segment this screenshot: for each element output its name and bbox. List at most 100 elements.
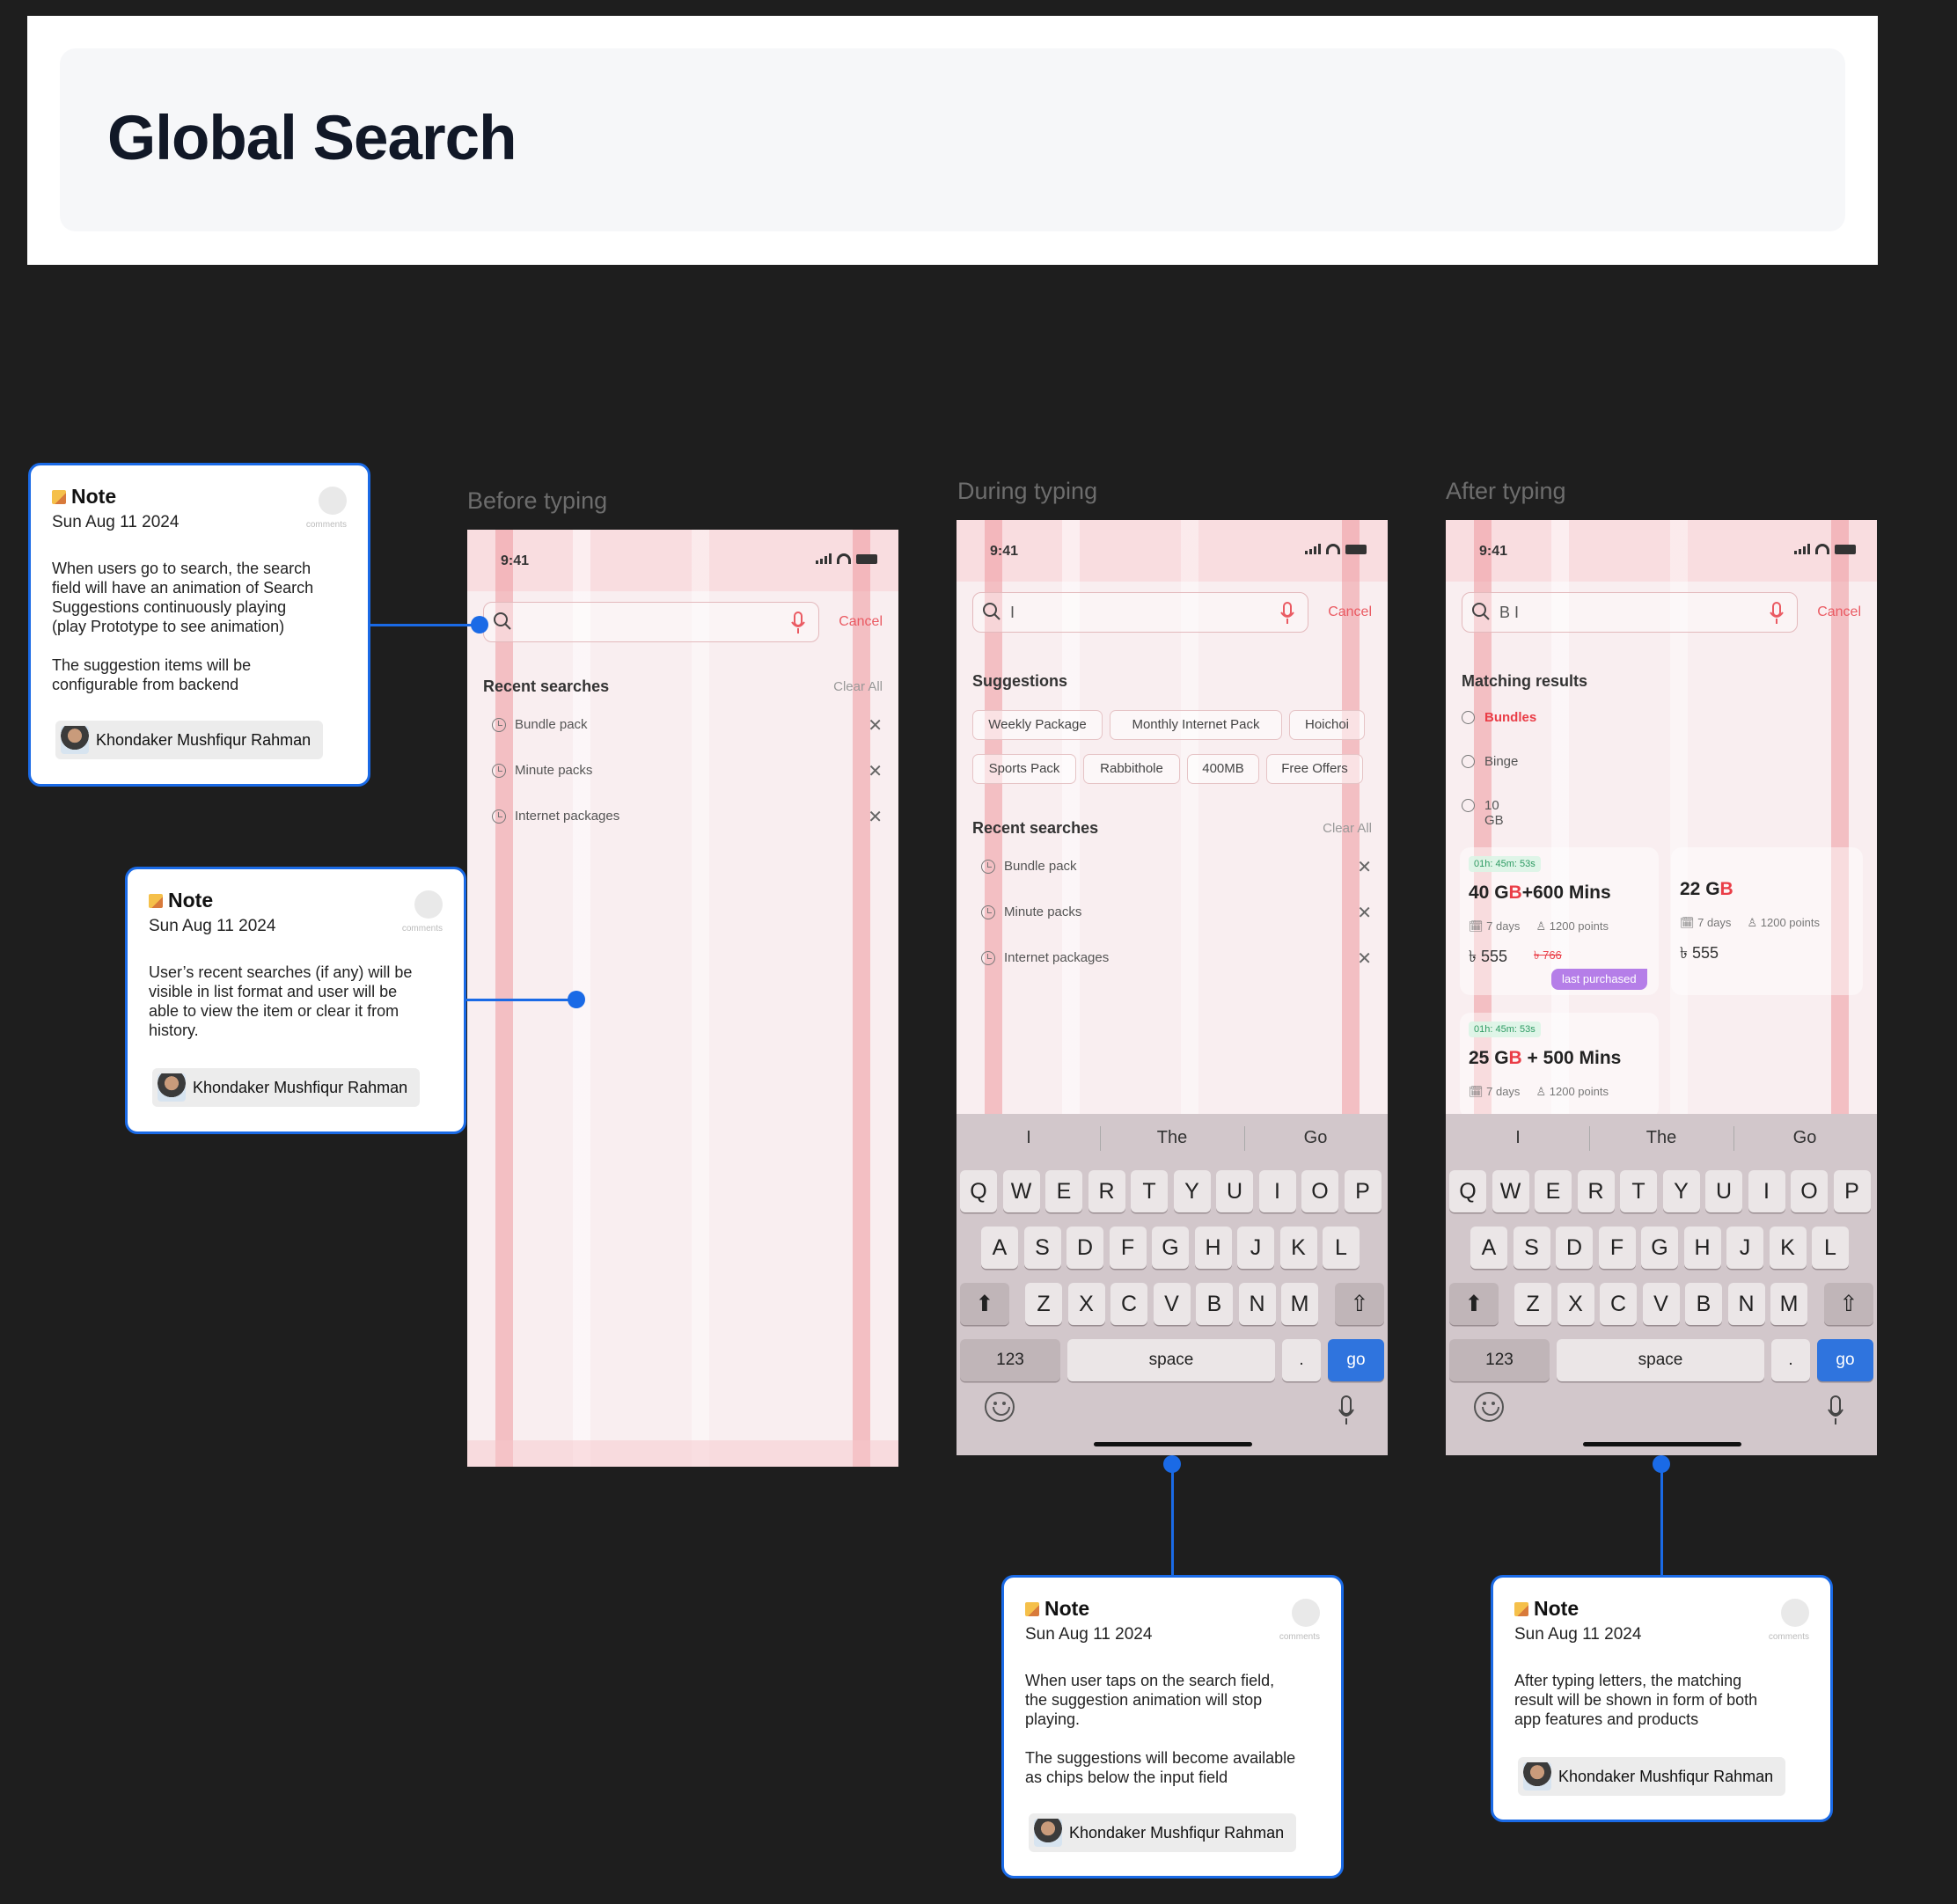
- note-card[interactable]: Note Sun Aug 11 2024 comments When users…: [28, 463, 370, 787]
- suggestion-chip[interactable]: Free Offers: [1266, 754, 1363, 784]
- key-x[interactable]: X: [1067, 1283, 1105, 1325]
- key-x[interactable]: X: [1557, 1283, 1594, 1325]
- shift-key[interactable]: ⬆: [1449, 1283, 1499, 1325]
- clear-all-button[interactable]: Clear All: [833, 679, 883, 694]
- emoji-icon[interactable]: [985, 1392, 1015, 1422]
- suggestion-chip[interactable]: Weekly Package: [972, 710, 1103, 740]
- period-key[interactable]: .: [1282, 1339, 1321, 1381]
- key-p[interactable]: P: [1833, 1170, 1871, 1212]
- key-f[interactable]: F: [1598, 1227, 1636, 1269]
- offer-card[interactable]: 01h: 45m: 53s 40 GB+600 Mins 🗓 7 days ♙ …: [1460, 847, 1659, 995]
- search-input[interactable]: I: [972, 592, 1308, 633]
- comment-icon[interactable]: [1781, 1599, 1809, 1627]
- key-l[interactable]: L: [1812, 1227, 1849, 1269]
- period-key[interactable]: .: [1771, 1339, 1810, 1381]
- comment-icon[interactable]: [1292, 1599, 1320, 1627]
- key-i[interactable]: I: [1258, 1170, 1296, 1212]
- key-u[interactable]: U: [1705, 1170, 1742, 1212]
- key-q[interactable]: Q: [960, 1170, 997, 1212]
- mic-icon[interactable]: [790, 611, 806, 634]
- list-item[interactable]: Minute packs ✕: [981, 902, 1372, 925]
- key-u[interactable]: U: [1216, 1170, 1253, 1212]
- key-r[interactable]: R: [1577, 1170, 1615, 1212]
- suggestion-chip[interactable]: Rabbithole: [1083, 754, 1180, 784]
- key-i[interactable]: I: [1748, 1170, 1785, 1212]
- go-key[interactable]: go: [1817, 1339, 1873, 1381]
- key-v[interactable]: V: [1642, 1283, 1680, 1325]
- key-m[interactable]: M: [1770, 1283, 1807, 1325]
- note-card[interactable]: Note Sun Aug 11 2024 comments User’s rec…: [125, 867, 466, 1134]
- key-a[interactable]: A: [1470, 1227, 1507, 1269]
- go-key[interactable]: go: [1328, 1339, 1384, 1381]
- offer-card[interactable]: 22 GB 🗓 7 days ♙ 1200 points ৳ 555: [1671, 847, 1863, 995]
- key-q[interactable]: Q: [1449, 1170, 1486, 1212]
- key-b[interactable]: B: [1196, 1283, 1233, 1325]
- close-icon[interactable]: ✕: [1357, 856, 1372, 878]
- backspace-key[interactable]: ⇧: [1824, 1283, 1873, 1325]
- prediction-item[interactable]: The: [1609, 1128, 1714, 1148]
- key-v[interactable]: V: [1153, 1283, 1191, 1325]
- prediction-item[interactable]: Go: [1752, 1128, 1858, 1148]
- key-s[interactable]: S: [1513, 1227, 1550, 1269]
- mic-icon[interactable]: [1769, 602, 1785, 625]
- key-j[interactable]: J: [1237, 1227, 1274, 1269]
- close-icon[interactable]: ✕: [1357, 948, 1372, 970]
- suggestion-chip[interactable]: Monthly Internet Pack: [1110, 710, 1282, 740]
- prediction-item[interactable]: The: [1119, 1128, 1225, 1148]
- key-l[interactable]: L: [1323, 1227, 1360, 1269]
- dictation-mic-icon[interactable]: [1338, 1395, 1354, 1425]
- key-m[interactable]: M: [1281, 1283, 1318, 1325]
- key-d[interactable]: D: [1066, 1227, 1103, 1269]
- shift-key[interactable]: ⬆: [960, 1283, 1009, 1325]
- key-f[interactable]: F: [1109, 1227, 1147, 1269]
- key-y[interactable]: Y: [1662, 1170, 1700, 1212]
- key-k[interactable]: K: [1769, 1227, 1807, 1269]
- prediction-item[interactable]: I: [976, 1128, 1081, 1148]
- key-g[interactable]: G: [1641, 1227, 1678, 1269]
- key-t[interactable]: T: [1131, 1170, 1168, 1212]
- key-a[interactable]: A: [981, 1227, 1018, 1269]
- space-key[interactable]: space: [1557, 1339, 1764, 1381]
- list-item[interactable]: Internet packages ✕: [492, 806, 883, 829]
- key-c[interactable]: C: [1600, 1283, 1637, 1325]
- suggestion-chip[interactable]: Sports Pack: [972, 754, 1076, 784]
- key-k[interactable]: K: [1279, 1227, 1317, 1269]
- close-icon[interactable]: ✕: [868, 806, 883, 828]
- list-item[interactable]: Minute packs ✕: [492, 760, 883, 783]
- key-n[interactable]: N: [1727, 1283, 1765, 1325]
- comment-icon[interactable]: [319, 487, 347, 515]
- note-card[interactable]: Note Sun Aug 11 2024 comments After typi…: [1491, 1575, 1833, 1822]
- close-icon[interactable]: ✕: [868, 760, 883, 782]
- cancel-button[interactable]: Cancel: [1817, 604, 1861, 620]
- dictation-mic-icon[interactable]: [1828, 1395, 1843, 1425]
- key-w[interactable]: W: [1492, 1170, 1529, 1212]
- key-y[interactable]: Y: [1173, 1170, 1211, 1212]
- numbers-key[interactable]: 123: [960, 1339, 1060, 1381]
- key-s[interactable]: S: [1023, 1227, 1061, 1269]
- note-card[interactable]: Note Sun Aug 11 2024 comments When user …: [1001, 1575, 1344, 1878]
- key-g[interactable]: G: [1152, 1227, 1189, 1269]
- space-key[interactable]: space: [1067, 1339, 1275, 1381]
- key-d[interactable]: D: [1556, 1227, 1593, 1269]
- key-o[interactable]: O: [1791, 1170, 1828, 1212]
- close-icon[interactable]: ✕: [868, 714, 883, 736]
- key-b[interactable]: B: [1685, 1283, 1722, 1325]
- key-n[interactable]: N: [1238, 1283, 1276, 1325]
- key-o[interactable]: O: [1301, 1170, 1338, 1212]
- search-input[interactable]: [483, 602, 819, 642]
- comment-icon[interactable]: [414, 890, 443, 919]
- cancel-button[interactable]: Cancel: [839, 614, 883, 630]
- prediction-item[interactable]: I: [1465, 1128, 1571, 1148]
- key-e[interactable]: E: [1045, 1170, 1082, 1212]
- key-c[interactable]: C: [1110, 1283, 1147, 1325]
- suggestion-chip[interactable]: Hoichoi: [1289, 710, 1365, 740]
- search-input[interactable]: B I: [1462, 592, 1798, 633]
- key-z[interactable]: Z: [1025, 1283, 1062, 1325]
- cancel-button[interactable]: Cancel: [1328, 604, 1372, 620]
- key-r[interactable]: R: [1088, 1170, 1125, 1212]
- key-h[interactable]: H: [1683, 1227, 1721, 1269]
- list-item[interactable]: Bundle pack ✕: [492, 714, 883, 737]
- key-w[interactable]: W: [1002, 1170, 1040, 1212]
- mic-icon[interactable]: [1279, 602, 1295, 625]
- numbers-key[interactable]: 123: [1449, 1339, 1550, 1381]
